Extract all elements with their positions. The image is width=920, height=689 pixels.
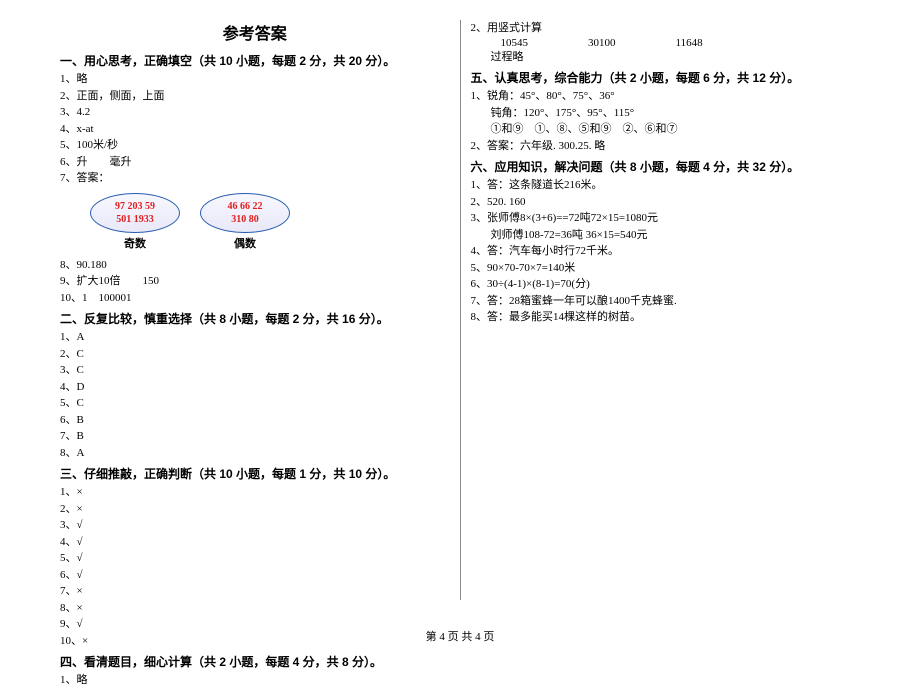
s1-item: 4、x-at [60, 121, 450, 138]
right-column: 2、用竖式计算 10545 30100 11648 过程略 五、认真思考，综合能… [461, 20, 871, 600]
s1-item: 1、略 [60, 71, 450, 88]
s4-item: 1、略 [60, 672, 450, 689]
s4-item: 过程略 [471, 49, 861, 66]
s4-item: 2、用竖式计算 [471, 20, 861, 37]
oval-even-label: 偶数 [200, 235, 290, 251]
oval-odd-group: 97 203 59 501 1933 奇数 [90, 193, 180, 251]
s3-item: 4、√ [60, 534, 450, 551]
section-4-header: 四、看清题目，细心计算（共 2 小题，每题 4 分，共 8 分）。 [60, 653, 450, 670]
s1-item: 10、1 100001 [60, 290, 450, 307]
s3-item: 3、√ [60, 517, 450, 534]
oval-line: 46 66 22 [228, 200, 263, 213]
oval-even-group: 46 66 22 310 80 偶数 [200, 193, 290, 251]
s1-item: 7、答案： [60, 170, 450, 187]
section-6-header: 六、应用知识，解决问题（共 8 小题，每题 4 分，共 32 分）。 [471, 158, 861, 175]
s2-item: 8、A [60, 445, 450, 462]
page-container: 参考答案 一、用心思考，正确填空（共 10 小题，每题 2 分，共 20 分）。… [0, 0, 920, 630]
s2-item: 7、B [60, 428, 450, 445]
oval-even: 46 66 22 310 80 [200, 193, 290, 233]
oval-odd-label: 奇数 [90, 235, 180, 251]
s2-item: 1、A [60, 329, 450, 346]
s6-item: 5、90×70-70×7=140米 [471, 260, 861, 277]
oval-line: 97 203 59 [115, 200, 155, 213]
oval-line: 501 1933 [116, 213, 154, 226]
s3-item: 7、× [60, 583, 450, 600]
s6-item: 7、答：28箱蜜蜂一年可以酿1400千克蜂蜜. [471, 293, 861, 310]
s3-item: 8、× [60, 600, 450, 617]
s1-item: 3、4.2 [60, 104, 450, 121]
s5-item: 钝角：120°、175°、95°、115° [471, 105, 861, 122]
s6-item: 刘师傅108-72=36吨 36×15=540元 [471, 227, 861, 244]
calc-value: 30100 [588, 37, 616, 49]
s6-item: 8、答：最多能买14棵这样的树苗。 [471, 309, 861, 326]
s2-item: 2、C [60, 346, 450, 363]
section-5-header: 五、认真思考，综合能力（共 2 小题，每题 6 分，共 12 分）。 [471, 69, 861, 86]
calc-values: 10545 30100 11648 [471, 37, 861, 49]
s5-item: 1、锐角：45°、80°、75°、36° [471, 88, 861, 105]
s5-item: 2、答案：六年级. 300.25. 略 [471, 138, 861, 155]
s2-item: 5、C [60, 395, 450, 412]
s6-item: 4、答：汽车每小时行72千米。 [471, 243, 861, 260]
section-1-header: 一、用心思考，正确填空（共 10 小题，每题 2 分，共 20 分）。 [60, 52, 450, 69]
s1-item: 2、正面，侧面，上面 [60, 88, 450, 105]
s3-item: 6、√ [60, 567, 450, 584]
s2-item: 6、B [60, 412, 450, 429]
s3-item: 1、× [60, 484, 450, 501]
s6-item: 3、张师傅8×(3+6)==72吨72×15=1080元 [471, 210, 861, 227]
s3-item: 2、× [60, 501, 450, 518]
s1-item: 5、100米/秒 [60, 137, 450, 154]
section-2-header: 二、反复比较，慎重选择（共 8 小题，每题 2 分，共 16 分）。 [60, 310, 450, 327]
s6-item: 6、30÷(4-1)×(8-1)=70(分) [471, 276, 861, 293]
oval-odd: 97 203 59 501 1933 [90, 193, 180, 233]
section-3-header: 三、仔细推敲，正确判断（共 10 小题，每题 1 分，共 10 分）。 [60, 465, 450, 482]
s1-item: 9、扩大10倍 150 [60, 273, 450, 290]
left-column: 参考答案 一、用心思考，正确填空（共 10 小题，每题 2 分，共 20 分）。… [50, 20, 461, 600]
oval-line: 310 80 [231, 213, 259, 226]
calc-value: 10545 [501, 37, 529, 49]
s2-item: 4、D [60, 379, 450, 396]
ovals-container: 97 203 59 501 1933 奇数 46 66 22 310 80 偶数 [90, 193, 450, 251]
page-footer: 第 4 页 共 4 页 [0, 628, 920, 644]
s1-item: 6、升 毫升 [60, 154, 450, 171]
s2-item: 3、C [60, 362, 450, 379]
s5-item: ①和⑨ ①、⑧、⑤和⑨ ②、⑥和⑦ [471, 121, 861, 138]
s3-item: 5、√ [60, 550, 450, 567]
s6-item: 2、520. 160 [471, 194, 861, 211]
s6-item: 1、答：这条隧道长216米。 [471, 177, 861, 194]
calc-value: 11648 [676, 37, 703, 49]
main-title: 参考答案 [60, 20, 450, 44]
s1-item: 8、90.180 [60, 257, 450, 274]
